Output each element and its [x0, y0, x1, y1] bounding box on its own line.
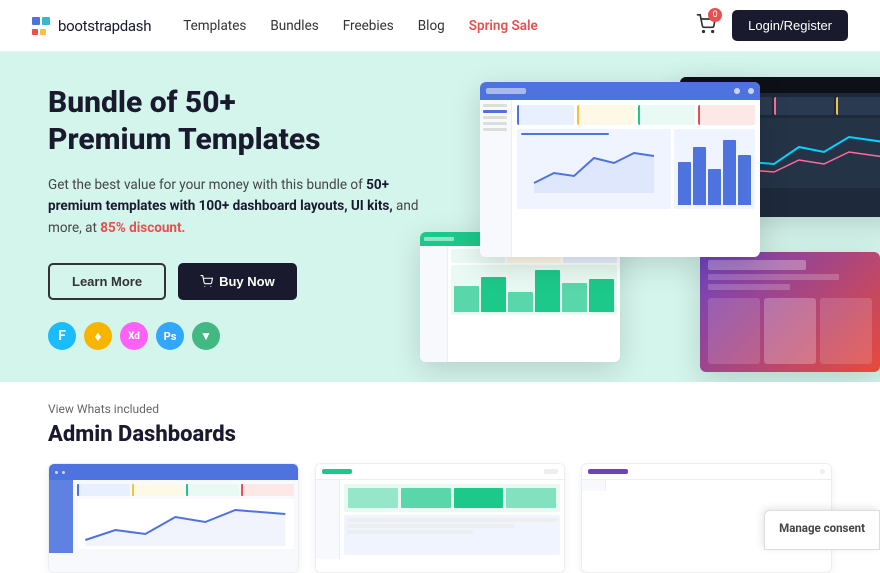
cookie-consent-banner[interactable]: Manage consent — [764, 510, 880, 550]
hero-title: Bundle of 50+ Premium Templates — [48, 84, 428, 159]
logo-square-tr — [42, 17, 50, 25]
figma-icon: F — [48, 322, 76, 350]
learn-more-button[interactable]: Learn More — [48, 263, 166, 300]
lower-section: View Whats included Admin Dashboards — [0, 382, 880, 573]
navbar-right: 0 Login/Register — [696, 10, 848, 41]
logo-square-tl — [32, 17, 40, 25]
hero-content: Bundle of 50+ Premium Templates Get the … — [48, 84, 428, 351]
logo-icon — [32, 17, 50, 35]
hero-buttons: Learn More Buy Now — [48, 263, 428, 300]
photoshop-icon: Ps — [156, 322, 184, 350]
logo-square-br — [40, 29, 46, 35]
navbar: bootstrapdash Templates Bundles Freebies… — [0, 0, 880, 52]
navbar-left: bootstrapdash Templates Bundles Freebies… — [32, 17, 538, 35]
buy-now-button[interactable]: Buy Now — [178, 263, 297, 300]
hero-section: Bundle of 50+ Premium Templates Get the … — [0, 52, 880, 382]
nav-bundles[interactable]: Bundles — [270, 18, 318, 34]
cart-button[interactable]: 0 — [696, 14, 716, 38]
logo-text: bootstrapdash — [58, 17, 151, 35]
preview-cards-row — [48, 463, 832, 573]
hero-images — [420, 72, 880, 382]
preview-card-2[interactable] — [315, 463, 566, 573]
tool-icons: F ♦ Xd Ps ▼ — [48, 322, 428, 350]
dashboard-preview-bottom-right — [700, 252, 880, 372]
sketch-icon: ♦ — [84, 322, 112, 350]
nav-links: Templates Bundles Freebies Blog Spring S… — [183, 18, 538, 34]
nav-freebies[interactable]: Freebies — [343, 18, 394, 34]
nav-templates[interactable]: Templates — [183, 18, 246, 34]
xd-icon: Xd — [120, 322, 148, 350]
nav-spring-sale[interactable]: Spring Sale — [469, 18, 538, 34]
cookie-title: Manage consent — [779, 521, 865, 535]
cart-icon-small — [200, 275, 213, 288]
logo-square-bl — [32, 29, 38, 35]
nav-blog[interactable]: Blog — [418, 18, 445, 34]
logo[interactable]: bootstrapdash — [32, 17, 151, 35]
hero-desc: Get the best value for your money with t… — [48, 175, 428, 240]
login-button[interactable]: Login/Register — [732, 10, 848, 41]
section-label: View Whats included — [48, 402, 832, 416]
section-title: Admin Dashboards — [48, 422, 832, 447]
preview-card-1[interactable] — [48, 463, 299, 573]
dashboard-preview-main — [480, 82, 760, 257]
vue-icon: ▼ — [192, 322, 220, 350]
cart-badge: 0 — [708, 8, 722, 22]
